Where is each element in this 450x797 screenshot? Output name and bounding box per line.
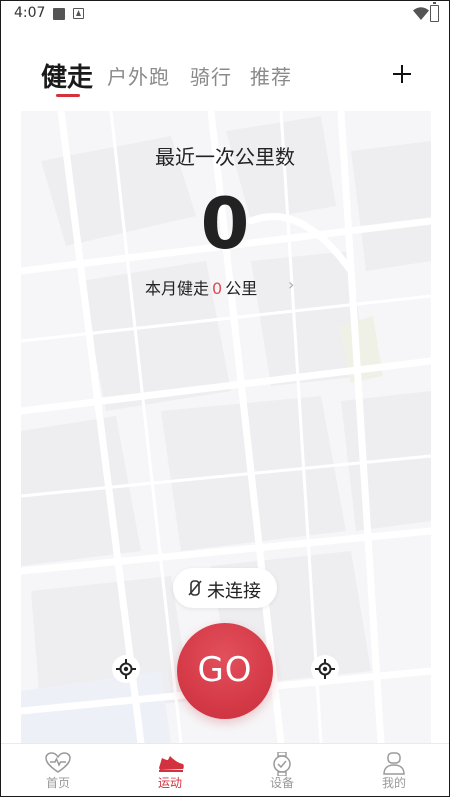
monthly-walk-summary[interactable]: 本月健走 0 公里 › <box>145 275 294 299</box>
app-frame: 4:07 健走 户外跑 骑行 推荐 最近一次公里数 0 本月健走 0 公里 › … <box>0 0 450 797</box>
monthly-label: 本月健走 <box>145 279 210 298</box>
nav-device[interactable]: 设备 <box>242 744 322 796</box>
tab-recommend[interactable]: 推荐 <box>250 61 292 90</box>
go-button[interactable]: GO <box>177 623 273 719</box>
bottom-nav: 首页 运动 设备 我的 <box>1 743 449 796</box>
locate-left-button[interactable] <box>112 655 140 683</box>
chevron-right-icon: › <box>288 275 295 294</box>
nav-profile[interactable]: 我的 <box>354 744 434 796</box>
device-status-button[interactable]: 未连接 <box>173 568 277 608</box>
locate-right-button[interactable] <box>311 655 339 683</box>
nav-sport-label: 运动 <box>157 776 182 790</box>
sport-tabs: 健走 户外跑 骑行 推荐 <box>1 53 449 103</box>
nav-sport[interactable]: 运动 <box>130 744 210 796</box>
nav-profile-label: 我的 <box>381 776 406 790</box>
monthly-distance-value: 0 <box>212 279 223 298</box>
heart-pulse-icon <box>45 752 71 773</box>
profile-icon <box>383 752 405 775</box>
tab-walk[interactable]: 健走 <box>41 57 93 94</box>
crosshair-icon <box>116 659 136 679</box>
unlink-icon <box>188 580 202 596</box>
status-time: 4:07 <box>14 5 46 21</box>
tab-indicator <box>56 94 80 97</box>
notification-icon <box>53 8 65 20</box>
tab-outdoor-run[interactable]: 户外跑 <box>107 61 170 90</box>
watch-icon <box>273 752 291 776</box>
battery-icon <box>430 2 439 22</box>
monthly-unit: 公里 <box>225 279 258 298</box>
wifi-icon <box>413 7 429 20</box>
shoe-icon <box>159 756 184 772</box>
app-notification-icon <box>73 8 84 19</box>
crosshair-icon <box>315 659 335 679</box>
tab-cycling[interactable]: 骑行 <box>190 61 232 90</box>
last-distance-value: 0 <box>200 183 250 265</box>
status-bar: 4:07 <box>1 1 449 27</box>
last-distance-title: 最近一次公里数 <box>155 145 295 169</box>
plus-icon[interactable] <box>391 63 413 85</box>
go-label: GO <box>197 650 253 690</box>
nav-home[interactable]: 首页 <box>18 744 98 796</box>
nav-device-label: 设备 <box>269 776 294 790</box>
nav-home-label: 首页 <box>45 776 70 790</box>
device-status-label: 未连接 <box>207 581 261 602</box>
